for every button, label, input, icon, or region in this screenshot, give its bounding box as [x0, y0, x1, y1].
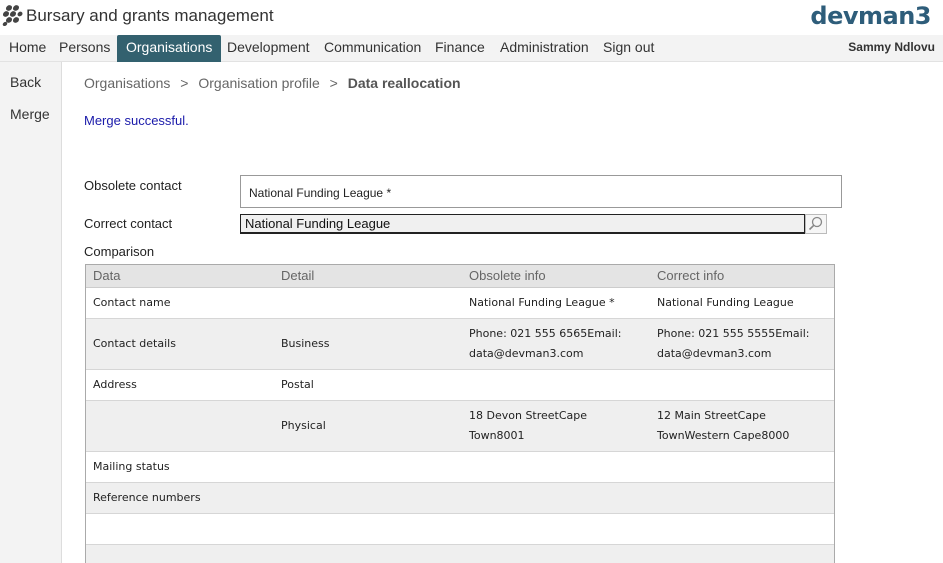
cell-correct — [650, 545, 836, 563]
cell-detail — [274, 288, 462, 318]
cell-data — [86, 545, 274, 563]
nav-persons[interactable]: Persons — [50, 35, 119, 62]
cell-obsolete — [462, 452, 650, 482]
cell-detail: Business — [281, 337, 330, 350]
table-row: Physical 18 Devon StreetCape Town8001 12… — [86, 401, 834, 452]
table-row: Address Postal — [86, 370, 834, 401]
main-nav: Home Persons Organisations Development C… — [0, 35, 943, 62]
breadcrumb-organisation-profile[interactable]: Organisation profile — [198, 75, 319, 91]
cell-obsolete: Phone: 021 555 6565Email: data@devman3.c… — [462, 319, 650, 369]
header: Bursary and grants management devman3 — [0, 0, 943, 35]
cell-line: Town8001 — [469, 429, 525, 442]
nav-finance[interactable]: Finance — [426, 35, 494, 62]
table-row: Contact name National Funding League * N… — [86, 288, 834, 319]
cell-data — [86, 514, 274, 544]
table-row: Reference numbers — [86, 483, 834, 514]
cell-line: Phone: 021 555 5555Email: — [657, 327, 810, 340]
comparison-label: Comparison — [84, 244, 155, 259]
cell-detail — [274, 514, 462, 544]
nav-development[interactable]: Development — [218, 35, 319, 62]
cell-correct — [650, 483, 836, 513]
cell-line: Phone: 021 555 6565Email: — [469, 327, 622, 340]
comparison-table: Data Detail Obsolete info Correct info C… — [85, 264, 835, 563]
cell-obsolete — [462, 545, 650, 563]
user-name[interactable]: Sammy Ndlovu — [848, 35, 935, 60]
cell-data: Mailing status — [93, 460, 170, 473]
success-message: Merge successful. — [84, 113, 189, 128]
cell-detail — [274, 483, 462, 513]
sidebar: Back Merge — [0, 62, 62, 563]
column-header-obsolete-info: Obsolete info — [469, 268, 546, 283]
nav-home[interactable]: Home — [0, 35, 55, 62]
cell-detail: Postal — [281, 378, 314, 391]
table-row — [86, 514, 834, 545]
app-title: Bursary and grants management — [26, 6, 274, 25]
cell-detail — [274, 545, 462, 563]
sidebar-item-merge[interactable]: Merge — [10, 106, 50, 122]
correct-contact-label: Correct contact — [84, 216, 173, 231]
cell-correct — [650, 514, 836, 544]
breadcrumb: Organisations > Organisation profile > D… — [84, 75, 461, 91]
cell-obsolete — [462, 370, 650, 400]
obsolete-contact-field: National Funding League * — [240, 175, 842, 208]
nav-organisations[interactable]: Organisations — [117, 35, 222, 62]
breadcrumb-current: Data reallocation — [347, 75, 461, 91]
nav-administration[interactable]: Administration — [491, 35, 598, 62]
table-row: Mailing status — [86, 452, 834, 483]
cell-data: Contact details — [93, 337, 176, 350]
cell-data: Reference numbers — [93, 491, 201, 504]
cell-data: Address — [93, 378, 137, 391]
cell-line: 12 Main StreetCape — [657, 409, 766, 422]
cell-correct: Phone: 021 555 5555Email: data@devman3.c… — [650, 319, 836, 369]
cell-line: data@devman3.com — [469, 347, 584, 360]
breadcrumb-separator: > — [180, 75, 189, 91]
cell-correct: 12 Main StreetCape TownWestern Cape8000 — [650, 401, 836, 451]
cell-line: TownWestern Cape8000 — [657, 429, 790, 442]
cell-line: 18 Devon StreetCape — [469, 409, 588, 422]
column-header-detail: Detail — [281, 268, 315, 283]
cell-line: data@devman3.com — [657, 347, 772, 360]
cell-data — [86, 401, 274, 451]
table-row — [86, 545, 834, 563]
nav-communication[interactable]: Communication — [315, 35, 430, 62]
cell-data: Contact name — [93, 296, 171, 309]
search-icon — [808, 216, 823, 231]
brand-logo: devman3 — [810, 2, 931, 30]
correct-contact-input[interactable] — [240, 214, 805, 234]
nav-sign-out[interactable]: Sign out — [594, 35, 663, 62]
cell-obsolete — [462, 483, 650, 513]
cell-correct — [650, 370, 836, 400]
obsolete-contact-label: Obsolete contact — [84, 178, 182, 193]
cell-detail: Physical — [281, 419, 326, 432]
sidebar-item-back[interactable]: Back — [10, 74, 41, 90]
cell-detail — [274, 452, 462, 482]
breadcrumb-separator: > — [329, 75, 338, 91]
cell-correct: National Funding League — [657, 296, 794, 309]
breadcrumb-organisations[interactable]: Organisations — [84, 75, 170, 91]
cell-obsolete: National Funding League * — [469, 296, 615, 309]
cell-correct — [650, 452, 836, 482]
search-button[interactable] — [805, 214, 827, 234]
table-row: Contact details Business Phone: 021 555 … — [86, 319, 834, 370]
column-header-correct-info: Correct info — [657, 268, 725, 283]
app-logo-icon — [2, 5, 23, 26]
table-header-row: Data Detail Obsolete info Correct info — [86, 265, 834, 288]
column-header-data: Data — [93, 268, 121, 283]
cell-obsolete: 18 Devon StreetCape Town8001 — [462, 401, 650, 451]
cell-obsolete — [462, 514, 650, 544]
